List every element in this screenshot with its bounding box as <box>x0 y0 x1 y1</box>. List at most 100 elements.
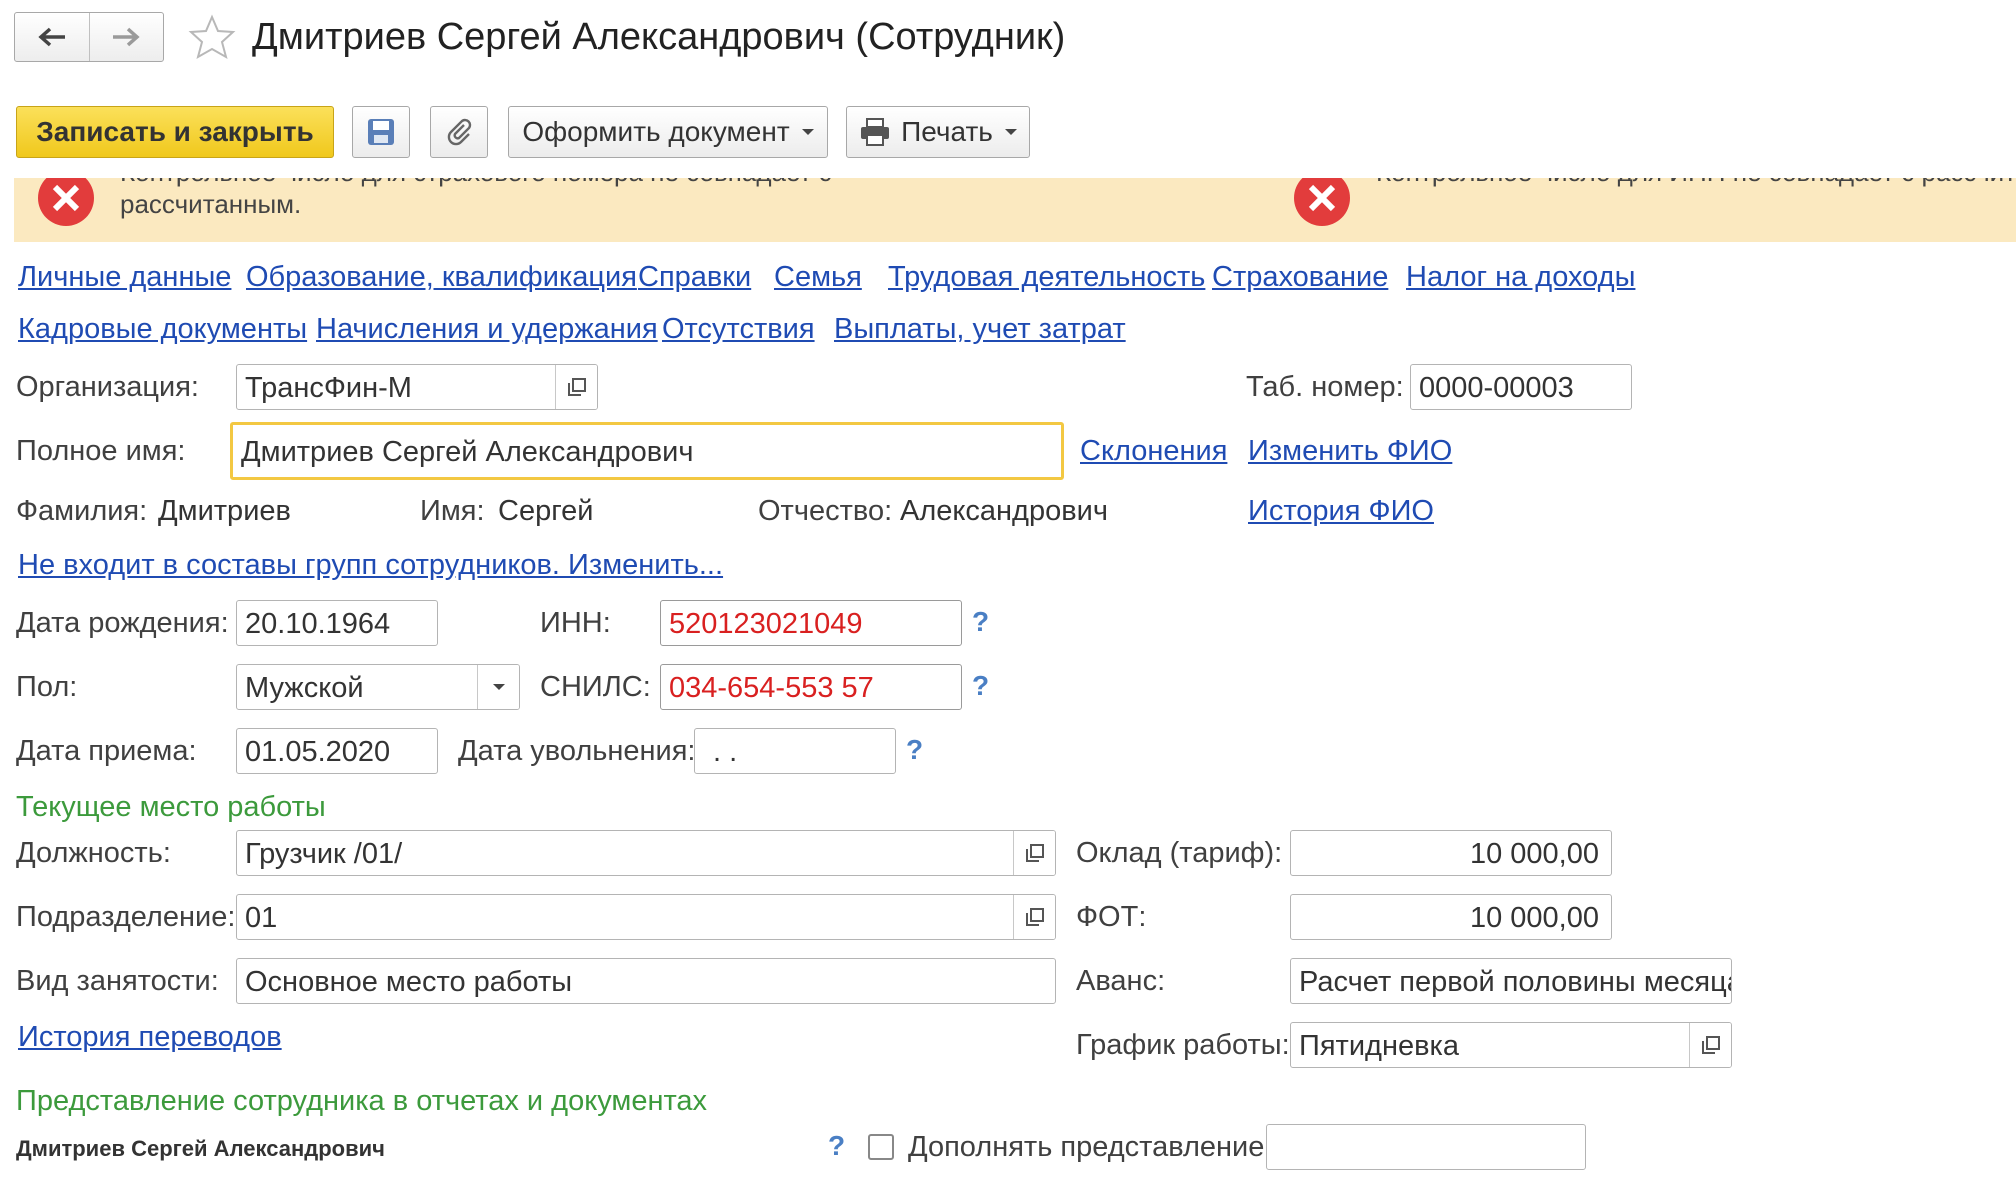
nav-link-insurance[interactable]: Страхование <box>1212 260 1388 294</box>
append-presentation-label[interactable]: Дополнять представление <box>908 1130 1264 1164</box>
birth-date-field[interactable]: 20.10.1964 <box>236 600 438 646</box>
error-icon <box>36 178 96 226</box>
error-text-1: Контрольное число для страхового номера … <box>120 178 832 220</box>
schedule-label: График работы: <box>1076 1029 1290 1061</box>
arrow-right-icon <box>113 27 140 47</box>
salary-field[interactable]: 10 000,00 <box>1290 830 1612 876</box>
surname-value: Дмитриев <box>158 495 291 527</box>
error-2-line1: Контрольное число для ИНН не совпадает с… <box>1376 178 2016 188</box>
change-fio-link[interactable]: Изменить ФИО <box>1248 434 1452 468</box>
advance-field[interactable]: Расчет первой половины месяца <box>1290 958 1732 1004</box>
hire-date-field[interactable]: 01.05.2020 <box>236 728 438 774</box>
error-banner: Контрольное число для страхового номера … <box>14 178 2016 242</box>
nav-link-education[interactable]: Образование, квалификация <box>246 260 637 294</box>
attach-button[interactable] <box>430 106 488 158</box>
nav-link-absences[interactable]: Отсутствия <box>662 312 815 346</box>
org-label: Организация: <box>16 371 199 403</box>
nav-link-income-tax[interactable]: Налог на доходы <box>1406 260 1635 294</box>
department-label: Подразделение: <box>16 901 236 933</box>
save-button[interactable] <box>352 106 410 158</box>
open-schedule-button[interactable] <box>1689 1023 1731 1067</box>
org-value: ТрансФин-М <box>245 372 412 404</box>
position-value: Грузчик /01/ <box>245 838 403 870</box>
surname-label: Фамилия: <box>16 495 148 527</box>
paperclip-icon <box>447 118 472 146</box>
open-position-button[interactable] <box>1013 831 1055 875</box>
open-window-icon <box>567 378 586 396</box>
nav-link-family[interactable]: Семья <box>774 260 862 294</box>
patronymic-value: Александрович <box>900 495 1108 527</box>
open-window-icon <box>1025 844 1044 862</box>
fire-date-label: Дата увольнения: <box>458 735 696 767</box>
inn-help-icon[interactable]: ? <box>972 606 989 638</box>
back-button[interactable] <box>15 13 90 61</box>
employee-groups-link[interactable]: Не входит в составы групп сотрудников. И… <box>18 548 723 582</box>
fullname-field[interactable]: Дмитриев Сергей Александрович <box>230 422 1064 480</box>
department-value: 01 <box>245 902 278 934</box>
append-presentation-checkbox[interactable] <box>868 1134 894 1160</box>
hire-date-label: Дата приема: <box>16 735 197 767</box>
fire-date-help-icon[interactable]: ? <box>906 734 923 766</box>
nav-link-certificates[interactable]: Справки <box>638 260 751 294</box>
salary-label: Оклад (тариф): <box>1076 837 1283 869</box>
employment-type-field[interactable]: Основное место работы <box>236 958 1056 1004</box>
birth-date-label: Дата рождения: <box>16 607 229 639</box>
save-and-close-button[interactable]: Записать и закрыть <box>16 106 334 158</box>
open-org-button[interactable] <box>555 365 597 409</box>
window-title: Дмитриев Сергей Александрович (Сотрудник… <box>252 16 1066 58</box>
open-department-button[interactable] <box>1013 895 1055 939</box>
error-1-line1: Контрольное число для страхового номера … <box>120 178 832 188</box>
arrow-left-icon <box>38 27 65 47</box>
favorite-star-icon[interactable] <box>188 14 236 65</box>
nav-link-personal[interactable]: Личные данные <box>18 260 231 294</box>
presentation-help-icon[interactable]: ? <box>828 1130 845 1162</box>
inn-label: ИНН: <box>540 607 611 639</box>
create-document-button[interactable]: Оформить документ <box>508 106 828 158</box>
presentation-value: Дмитриев Сергей Александрович <box>16 1136 385 1161</box>
department-field[interactable]: 01 <box>236 894 1056 940</box>
sex-select[interactable]: Мужской <box>236 664 520 710</box>
chevron-down-icon <box>492 684 505 690</box>
fire-date-field[interactable]: . . <box>694 728 896 774</box>
name-value: Сергей <box>498 495 594 527</box>
fot-field[interactable]: 10 000,00 <box>1290 894 1612 940</box>
presentation-section-title: Представление сотрудника в отчетах и док… <box>16 1085 708 1117</box>
presentation-extra-field[interactable] <box>1266 1124 1586 1170</box>
declensions-link[interactable]: Склонения <box>1080 434 1227 468</box>
tab-number-field[interactable]: 0000-00003 <box>1410 364 1632 410</box>
history-fio-link[interactable]: История ФИО <box>1248 494 1434 528</box>
nav-link-hr-documents[interactable]: Кадровые документы <box>18 312 307 346</box>
error-text-2: Контрольное число для ИНН не совпадает с… <box>1376 178 2016 188</box>
floppy-icon <box>368 119 394 145</box>
advance-label: Аванс: <box>1076 965 1166 997</box>
nav-link-payments[interactable]: Выплаты, учет затрат <box>834 312 1126 346</box>
sex-dropdown-button[interactable] <box>477 665 519 709</box>
tab-number-label: Таб. номер: <box>1246 371 1404 403</box>
print-label: Печать <box>901 116 993 147</box>
patronymic-label: Отчество: <box>758 495 893 527</box>
schedule-field[interactable]: Пятидневка <box>1290 1022 1732 1068</box>
print-button[interactable]: Печать <box>846 106 1030 158</box>
snils-help-icon[interactable]: ? <box>972 670 989 702</box>
nav-link-employment[interactable]: Трудовая деятельность <box>888 260 1205 294</box>
nav-link-accruals[interactable]: Начисления и удержания <box>316 312 658 346</box>
error-icon <box>1292 178 1352 226</box>
schedule-value: Пятидневка <box>1299 1030 1459 1062</box>
sex-value: Мужской <box>245 672 364 704</box>
nav-buttons <box>14 12 164 62</box>
printer-icon <box>861 118 890 146</box>
create-document-label: Оформить документ <box>522 116 790 147</box>
name-label: Имя: <box>420 495 485 527</box>
employment-type-label: Вид занятости: <box>16 965 219 997</box>
forward-button[interactable] <box>90 13 164 61</box>
error-1-line2: рассчитанным. <box>120 189 302 219</box>
inn-field[interactable]: 520123021049 <box>660 600 962 646</box>
fot-label: ФОТ: <box>1076 901 1147 933</box>
position-field[interactable]: Грузчик /01/ <box>236 830 1056 876</box>
snils-field[interactable]: 034-654-553 57 <box>660 664 962 710</box>
org-field[interactable]: ТрансФин-М <box>236 364 598 410</box>
position-label: Должность: <box>16 837 171 869</box>
open-window-icon <box>1025 908 1044 926</box>
transfer-history-link[interactable]: История переводов <box>18 1020 282 1054</box>
workplace-section-title: Текущее место работы <box>16 791 326 823</box>
